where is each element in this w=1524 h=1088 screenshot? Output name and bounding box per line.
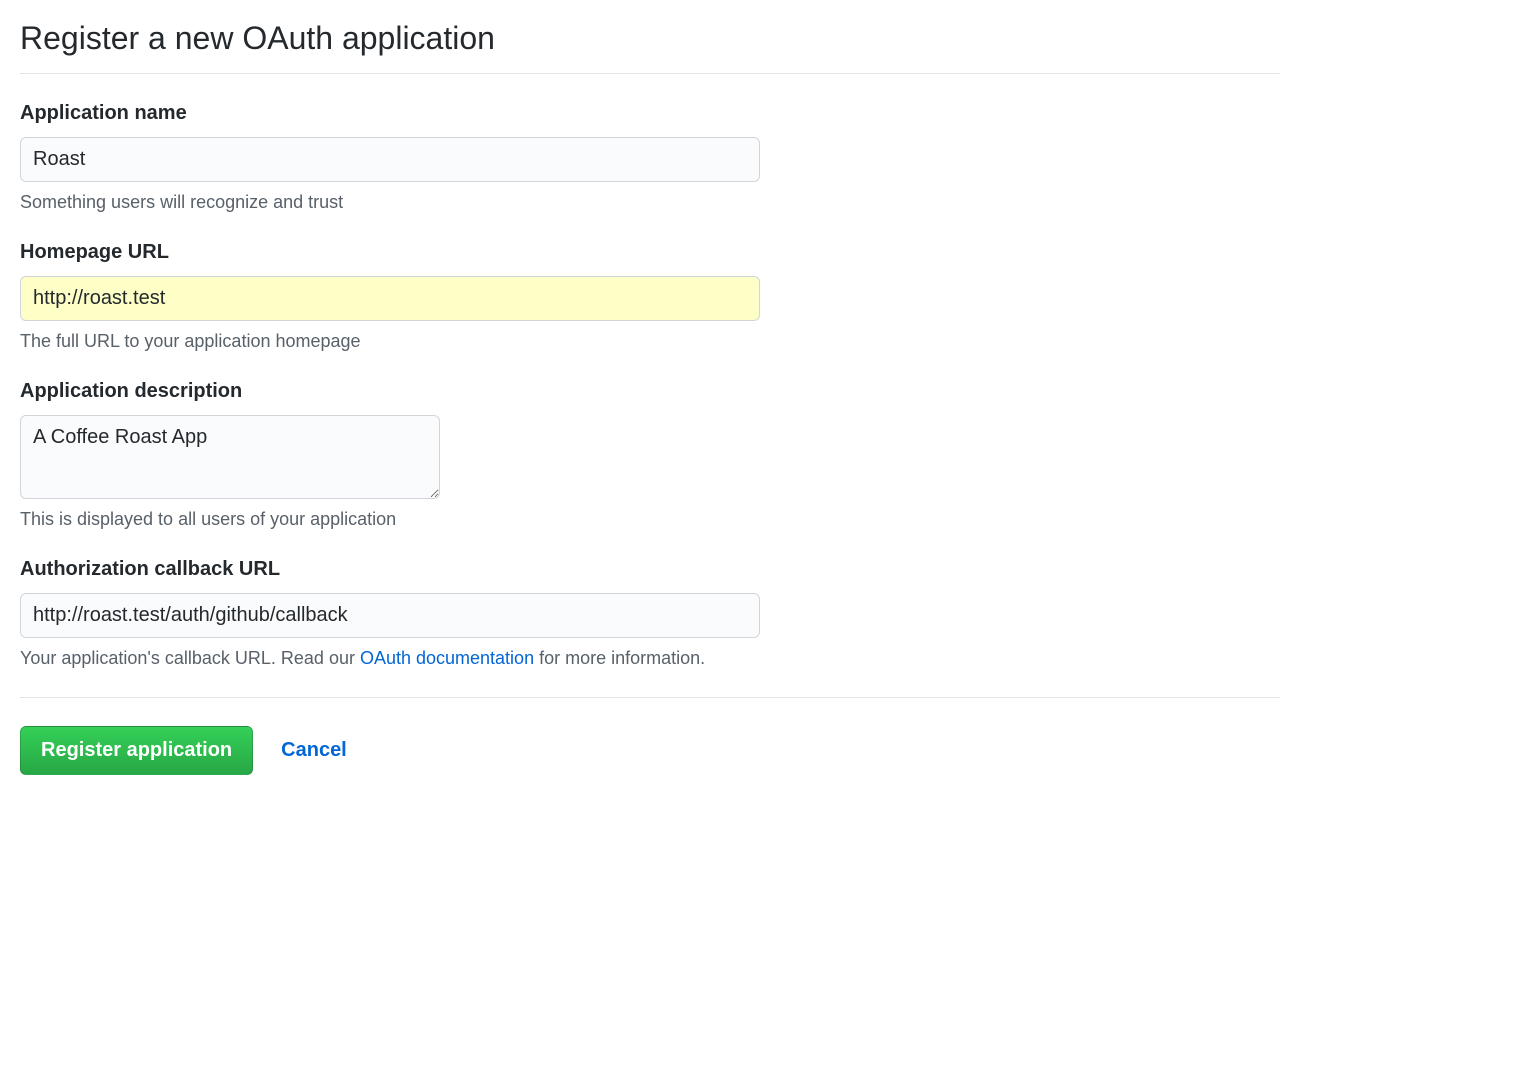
- callback-hint-prefix: Your application's callback URL. Read ou…: [20, 648, 360, 668]
- callback-url-hint: Your application's callback URL. Read ou…: [20, 648, 1280, 669]
- app-name-label: Application name: [20, 102, 1280, 125]
- actions-divider: [20, 697, 1280, 698]
- form-actions: Register application Cancel: [20, 726, 1280, 775]
- homepage-url-group: Homepage URL The full URL to your applic…: [20, 241, 1280, 352]
- app-description-hint: This is displayed to all users of your a…: [20, 509, 1280, 530]
- cancel-link[interactable]: Cancel: [281, 739, 347, 762]
- app-name-group: Application name Something users will re…: [20, 102, 1280, 213]
- callback-url-group: Authorization callback URL Your applicat…: [20, 558, 1280, 669]
- register-application-button[interactable]: Register application: [20, 726, 253, 775]
- app-description-label: Application description: [20, 380, 1280, 403]
- app-name-hint: Something users will recognize and trust: [20, 192, 1280, 213]
- homepage-url-hint: The full URL to your application homepag…: [20, 331, 1280, 352]
- callback-url-input[interactable]: [20, 593, 760, 638]
- oauth-documentation-link[interactable]: OAuth documentation: [360, 648, 534, 668]
- callback-hint-suffix: for more information.: [534, 648, 705, 668]
- app-description-textarea[interactable]: [20, 415, 440, 499]
- homepage-url-label: Homepage URL: [20, 241, 1280, 264]
- homepage-url-input[interactable]: [20, 276, 760, 321]
- page-title: Register a new OAuth application: [20, 20, 1280, 57]
- app-description-group: Application description This is displaye…: [20, 380, 1280, 530]
- callback-url-label: Authorization callback URL: [20, 558, 1280, 581]
- header-divider: [20, 73, 1280, 74]
- app-name-input[interactable]: [20, 137, 760, 182]
